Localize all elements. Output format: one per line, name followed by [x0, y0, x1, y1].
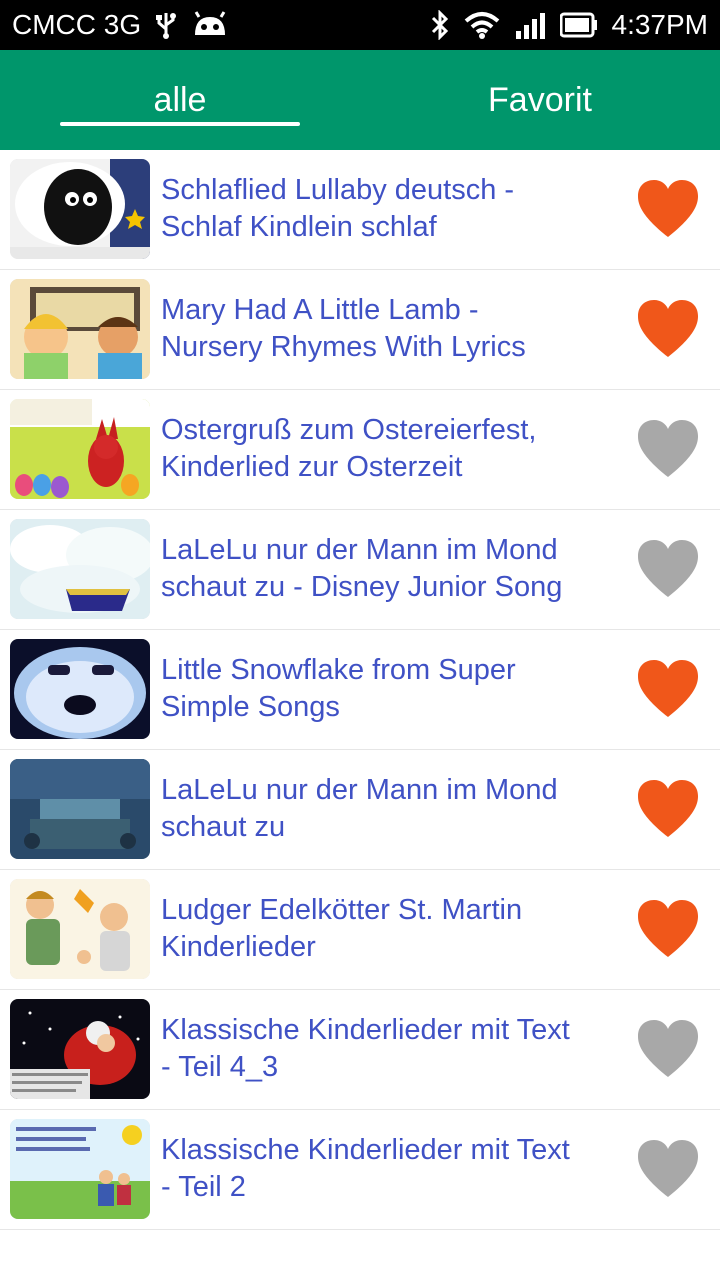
heart-icon[interactable] — [636, 1019, 700, 1079]
title-line-1: Klassische Kinderlieder mit Text — [161, 1134, 570, 1166]
heart-icon[interactable] — [636, 419, 700, 479]
song-title: Schlaflied Lullaby deutsch - Schlaf Kind… — [161, 172, 621, 246]
bluetooth-icon — [430, 10, 450, 40]
song-title: Klassische Kinderlieder mit Text - Teil … — [161, 1012, 621, 1086]
song-title: Little Snowflake from Super Simple Songs — [161, 652, 621, 726]
battery-icon — [559, 12, 598, 38]
tab-bar: alle Favorit — [0, 50, 720, 150]
video-thumbnail — [10, 999, 150, 1099]
list-item[interactable]: LaLeLu nur der Mann im Mond schaut zu — [0, 750, 720, 870]
list-item[interactable]: Ludger Edelkötter St. Martin Kinderliede… — [0, 870, 720, 990]
title-line-2: schaut zu — [161, 811, 286, 843]
title-line-1: Schlaflied Lullaby deutsch - — [161, 174, 515, 206]
title-line-1: Little Snowflake from Super — [161, 654, 516, 686]
title-line-2: Nursery Rhymes With Lyrics — [161, 331, 526, 363]
song-title: LaLeLu nur der Mann im Mond schaut zu — [161, 772, 621, 846]
title-line-2: Kinderlieder — [161, 931, 316, 963]
title-line-2: - Teil 2 — [161, 1171, 246, 1203]
video-thumbnail — [10, 1119, 150, 1219]
heart-icon[interactable] — [636, 779, 700, 839]
status-bar: CMCC 3G 4:37PM — [0, 0, 720, 50]
signal-icon — [514, 11, 546, 39]
list-item[interactable]: Klassische Kinderlieder mit Text - Teil … — [0, 990, 720, 1110]
heart-icon[interactable] — [636, 299, 700, 359]
list-item[interactable]: Klassische Kinderlieder mit Text - Teil … — [0, 1110, 720, 1230]
usb-icon — [155, 11, 177, 39]
song-title: LaLeLu nur der Mann im Mond schaut zu - … — [161, 532, 621, 606]
wifi-icon — [464, 11, 500, 39]
video-thumbnail — [10, 279, 150, 379]
heart-icon[interactable] — [636, 1139, 700, 1199]
list-item[interactable]: Mary Had A Little Lamb - Nursery Rhymes … — [0, 270, 720, 390]
video-thumbnail — [10, 879, 150, 979]
list-item[interactable]: Schlaflied Lullaby deutsch - Schlaf Kind… — [0, 150, 720, 270]
active-tab-indicator — [60, 122, 300, 126]
video-thumbnail — [10, 519, 150, 619]
title-line-2: - Teil 4_3 — [161, 1051, 279, 1083]
song-list: Schlaflied Lullaby deutsch - Schlaf Kind… — [0, 150, 720, 1230]
video-thumbnail — [10, 759, 150, 859]
list-item[interactable]: LaLeLu nur der Mann im Mond schaut zu - … — [0, 510, 720, 630]
list-item[interactable]: Ostergruß zum Ostereierfest, Kinderlied … — [0, 390, 720, 510]
heart-icon[interactable] — [636, 539, 700, 599]
video-thumbnail — [10, 399, 150, 499]
video-thumbnail — [10, 639, 150, 739]
song-title: Klassische Kinderlieder mit Text - Teil … — [161, 1132, 621, 1206]
carrier-label: CMCC 3G — [12, 9, 142, 40]
title-line-1: Mary Had A Little Lamb - — [161, 294, 479, 326]
heart-icon[interactable] — [636, 179, 700, 239]
title-line-2: Schlaf Kindlein schlaf — [161, 211, 437, 243]
android-icon — [191, 11, 229, 39]
video-thumbnail — [10, 159, 150, 259]
heart-icon[interactable] — [636, 659, 700, 719]
tab-alle-label: alle — [153, 80, 207, 119]
title-line-2: Simple Songs — [161, 691, 340, 723]
heart-icon[interactable] — [636, 899, 700, 959]
tab-favorit-label: Favorit — [488, 80, 592, 119]
song-title: Ludger Edelkötter St. Martin Kinderliede… — [161, 892, 621, 966]
title-line-1: Ostergruß zum Ostereierfest, — [161, 414, 537, 446]
clock: 4:37PM — [611, 9, 709, 40]
song-title: Mary Had A Little Lamb - Nursery Rhymes … — [161, 292, 621, 366]
title-line-1: Ludger Edelkötter St. Martin — [161, 894, 523, 926]
title-line-2: schaut zu - Disney Junior Song — [161, 571, 563, 603]
title-line-1: LaLeLu nur der Mann im Mond — [161, 774, 558, 806]
song-title: Ostergruß zum Ostereierfest, Kinderlied … — [161, 412, 621, 486]
title-line-2: Kinderlied zur Osterzeit — [161, 451, 463, 483]
title-line-1: Klassische Kinderlieder mit Text — [161, 1014, 570, 1046]
tab-favorit[interactable]: Favorit — [360, 50, 720, 150]
tab-alle[interactable]: alle — [0, 50, 360, 150]
list-item[interactable]: Little Snowflake from Super Simple Songs — [0, 630, 720, 750]
title-line-1: LaLeLu nur der Mann im Mond — [161, 534, 558, 566]
